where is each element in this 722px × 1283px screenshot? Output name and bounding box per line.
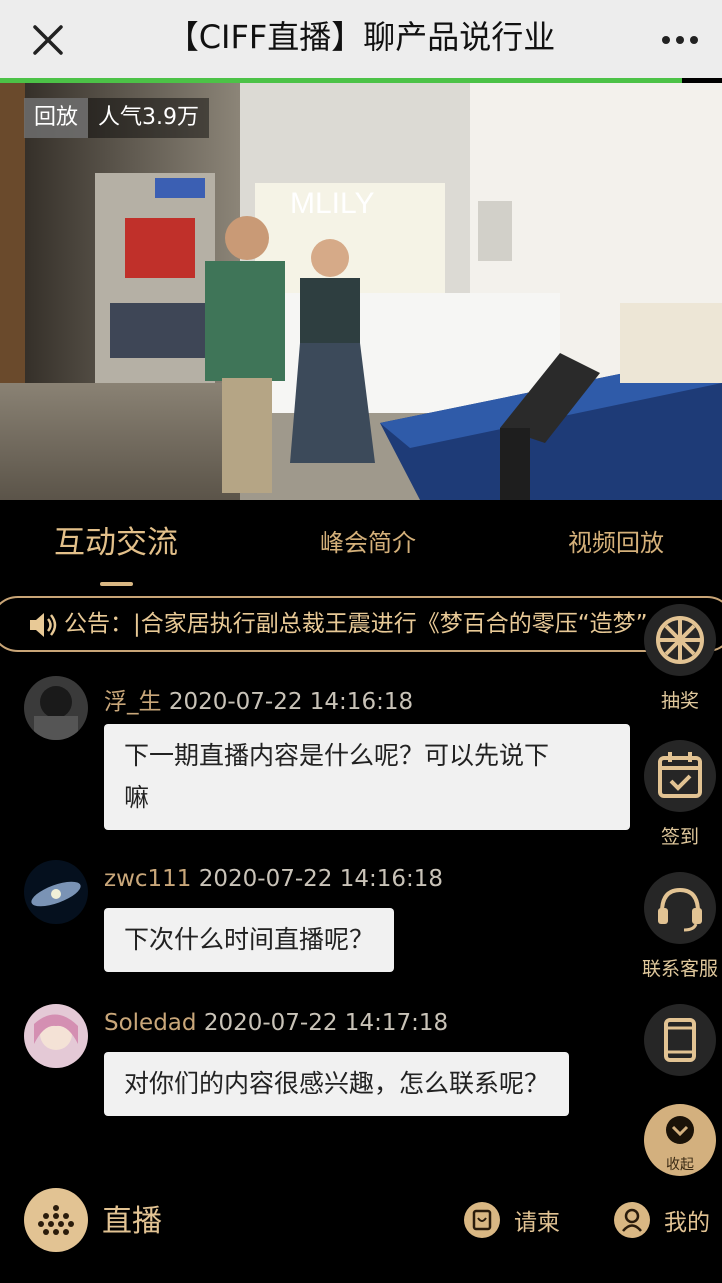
message-meta: Soledad 2020-07-22 14:17:18 (104, 1010, 448, 1036)
tab-summit-intro[interactable]: 峰会简介 (320, 500, 416, 592)
live-label[interactable]: 直播 (102, 1196, 162, 1240)
video-frame: MLILY (0, 83, 722, 500)
calendar-check-icon (658, 752, 702, 798)
svg-text:MLILY: MLILY (290, 187, 374, 220)
customer-service-button[interactable]: 联系客服 (642, 872, 718, 981)
avatar[interactable] (24, 1004, 88, 1068)
announcement-text: 公告：|合家居执行副总裁王震进行《梦百合的零压“造梦” (64, 611, 648, 637)
popularity-label: 人气3.9万 (88, 98, 210, 138)
invitation-button[interactable]: 请柬 (464, 1200, 560, 1240)
collapse-button[interactable]: 收起 (644, 1104, 716, 1176)
timestamp: 2020-07-22 14:17:18 (203, 1010, 449, 1036)
timestamp: 2020-07-22 14:16:18 (168, 689, 414, 715)
user-icon (614, 1202, 650, 1238)
more-dots-icon[interactable] (654, 14, 706, 66)
page-title: 【CIFF直播】聊产品说行业 (166, 18, 556, 56)
active-tab-indicator (100, 582, 133, 586)
tab-bar: 互动交流 峰会简介 视频回放 (0, 500, 722, 592)
checkin-label: 签到 (660, 826, 699, 848)
avatar[interactable] (24, 676, 88, 740)
mine-label: 我的 (664, 1210, 710, 1236)
timestamp: 2020-07-22 14:16:18 (198, 866, 444, 892)
message-bubble: 对你们的内容很感兴趣，怎么联系呢？ (104, 1052, 570, 1116)
invitation-label: 请柬 (514, 1210, 560, 1236)
username: 浮_生 (104, 689, 162, 715)
chat-message: zwc111 2020-07-22 14:16:18 下次什么时间直播呢？ (24, 860, 644, 980)
message-line: 下一期直播内容是什么呢？可以先说下 (124, 741, 550, 770)
video-player[interactable]: MLILY (0, 83, 722, 500)
announcement-bar: 公告：|合家居执行副总裁王震进行《梦百合的零压“造梦” (0, 596, 722, 652)
message-line: 对你们的内容很感兴趣，怎么联系呢？ (124, 1069, 550, 1098)
lottery-wheel-icon (656, 616, 704, 664)
replay-label: 回放 (24, 98, 89, 138)
lottery-circle (644, 604, 716, 676)
headset-icon (658, 887, 702, 932)
customer-service-circle (644, 872, 716, 944)
bottom-bar: 直播 请柬 我的 (0, 1180, 722, 1283)
chevron-down-icon (666, 1116, 694, 1144)
checkin-button[interactable]: 签到 (644, 740, 716, 849)
tablet-circle (644, 1004, 716, 1076)
lottery-button[interactable]: 抽奖 (644, 604, 716, 713)
customer-service-label: 联系客服 (641, 958, 718, 980)
message-bubble: 下一期直播内容是什么呢？可以先说下 嘛 (104, 724, 630, 830)
tablet-icon (664, 1018, 696, 1062)
avatar[interactable] (24, 860, 88, 924)
chat-message: Soledad 2020-07-22 14:17:18 对你们的内容很感兴趣，怎… (24, 1004, 644, 1124)
collapse-label: 收起 (666, 1157, 694, 1173)
checkin-circle (644, 740, 716, 812)
tab-interaction[interactable]: 互动交流 (54, 500, 178, 592)
lottery-label: 抽奖 (660, 690, 699, 712)
message-meta: zwc111 2020-07-22 14:16:18 (104, 866, 443, 892)
speaker-icon (30, 613, 57, 637)
username: zwc111 (104, 866, 192, 892)
invitation-icon (464, 1202, 500, 1238)
chat-message: 浮_生 2020-07-22 14:16:18 下一期直播内容是什么呢？可以先说… (24, 676, 644, 836)
replay-badge: 回放 人气3.9万 (24, 98, 210, 138)
message-bubble: 下次什么时间直播呢？ (104, 908, 395, 972)
message-line: 下次什么时间直播呢？ (124, 925, 375, 954)
message-meta: 浮_生 2020-07-22 14:16:18 (104, 682, 413, 716)
tablet-button[interactable] (644, 1004, 716, 1076)
keyboard-button[interactable] (24, 1188, 88, 1252)
message-line: 嘛 (124, 783, 150, 812)
keyboard-icon (38, 1205, 74, 1235)
close-icon[interactable] (22, 14, 74, 66)
top-bar: 【CIFF直播】聊产品说行业 (0, 0, 722, 78)
username: Soledad (104, 1010, 197, 1036)
tab-video-replay[interactable]: 视频回放 (568, 500, 664, 592)
mine-button[interactable]: 我的 (614, 1200, 710, 1240)
